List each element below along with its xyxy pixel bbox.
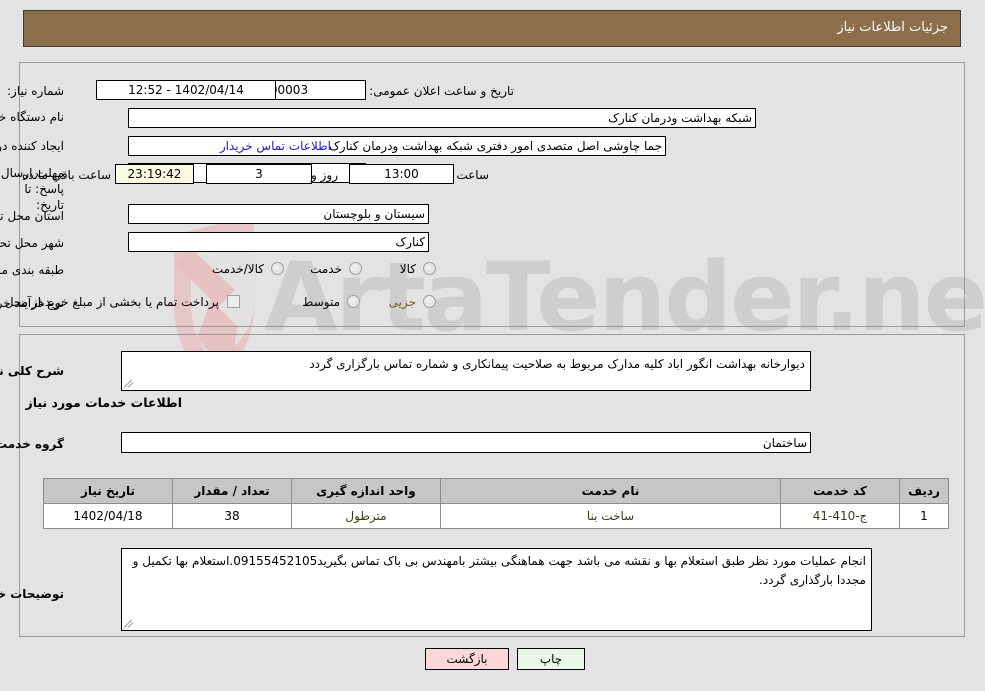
label-requester: ایجاد کننده درخواست: xyxy=(0,139,65,153)
cell-name: ساخت بنا xyxy=(441,503,782,529)
service-group-input[interactable] xyxy=(122,432,812,453)
print-button[interactable]: چاپ xyxy=(518,648,586,670)
radio-label-category-2: کالا/خدمت xyxy=(212,262,265,276)
label-city: شهر محل تحویل: xyxy=(0,236,65,250)
th-row: ردیف xyxy=(900,478,950,504)
radio-label-category-1: خدمت xyxy=(311,262,343,276)
back-button[interactable]: بازگشت xyxy=(426,648,510,670)
cell-row: 1 xyxy=(900,503,950,529)
city-input[interactable] xyxy=(129,232,430,252)
services-table: ردیف کد خدمت نام خدمت واحد اندازه گیری ت… xyxy=(44,478,950,529)
label-hour: ساعت xyxy=(457,168,490,182)
days-remaining-input[interactable] xyxy=(207,164,313,184)
radio-label-process-1: متوسط xyxy=(303,295,341,309)
announce-datetime-input[interactable] xyxy=(97,80,277,100)
countdown-input[interactable] xyxy=(116,164,195,184)
general-description-text: دیوارخانه بهداشت انگور اباد کلیه مدارک م… xyxy=(310,357,806,371)
resize-grip-icon-2[interactable] xyxy=(124,619,135,629)
buyer-org-input[interactable] xyxy=(129,108,757,128)
requester-input[interactable] xyxy=(129,136,667,156)
resize-grip-icon[interactable] xyxy=(124,379,135,389)
need-info-panel xyxy=(20,62,966,327)
label-need-number: شماره نیاز: xyxy=(8,84,65,98)
label-buyer-org: نام دستگاه خریدار: xyxy=(0,110,65,124)
services-section-heading: اطلاعات خدمات مورد نیاز xyxy=(26,395,184,410)
label-hours-remaining: ساعت باقي مانده xyxy=(22,168,112,182)
label-province: استان محل تحویل: xyxy=(0,209,65,223)
radio-category-service[interactable] xyxy=(350,262,363,275)
label-islamic-treasury: پرداخت تمام یا بخشی از مبلغ خرید،از محل … xyxy=(0,295,220,309)
th-unit: واحد اندازه گیری xyxy=(292,478,442,504)
cell-unit: مترطول xyxy=(292,503,442,529)
province-input[interactable] xyxy=(129,204,430,224)
label-buyer-notes: توضیحات خریدار: xyxy=(0,587,65,601)
label-days: روز و xyxy=(312,168,339,182)
label-service-group: گروه خدمت: xyxy=(0,437,65,451)
buyer-notes-text: انجام عملیات مورد نظر طبق استعلام بها و … xyxy=(133,554,867,587)
radio-category-goods[interactable] xyxy=(424,262,437,275)
cell-date: 1402/04/18 xyxy=(44,503,174,529)
table-row: 1 ج-410-41 ساخت بنا مترطول 38 1402/04/18 xyxy=(44,503,950,529)
radio-label-process-0: جزیی xyxy=(389,295,417,309)
label-category: طبقه بندی موضوعی: xyxy=(0,263,65,277)
buyer-notes-textarea[interactable]: انجام عملیات مورد نظر طبق استعلام بها و … xyxy=(122,548,873,631)
th-name: نام خدمت xyxy=(441,478,782,504)
th-code: کد خدمت xyxy=(781,478,901,504)
radio-category-goods-service[interactable] xyxy=(272,262,285,275)
page-header-bar: جزئیات اطلاعات نیاز xyxy=(24,10,962,47)
checkbox-islamic-treasury[interactable] xyxy=(228,295,241,308)
label-general-description: شرح کلی نیاز: xyxy=(0,364,65,378)
radio-label-category-0: کالا xyxy=(400,262,417,276)
general-description-textarea[interactable]: دیوارخانه بهداشت انگور اباد کلیه مدارک م… xyxy=(122,351,812,391)
radio-process-minor[interactable] xyxy=(424,295,437,308)
buyer-contact-link[interactable]: اطلاعات تماس خریدار xyxy=(221,139,332,153)
th-date: تاریخ نیاز xyxy=(44,478,174,504)
page-title: جزئیات اطلاعات نیاز xyxy=(838,20,949,35)
radio-process-medium[interactable] xyxy=(348,295,361,308)
table-header-row: ردیف کد خدمت نام خدمت واحد اندازه گیری ت… xyxy=(44,478,950,504)
cell-code: ج-410-41 xyxy=(781,503,901,529)
cell-quantity: 38 xyxy=(173,503,293,529)
label-announce-datetime: تاریخ و ساعت اعلان عمومی: xyxy=(370,84,515,98)
th-quantity: تعداد / مقدار xyxy=(173,478,293,504)
deadline-hour-input[interactable] xyxy=(350,164,455,184)
